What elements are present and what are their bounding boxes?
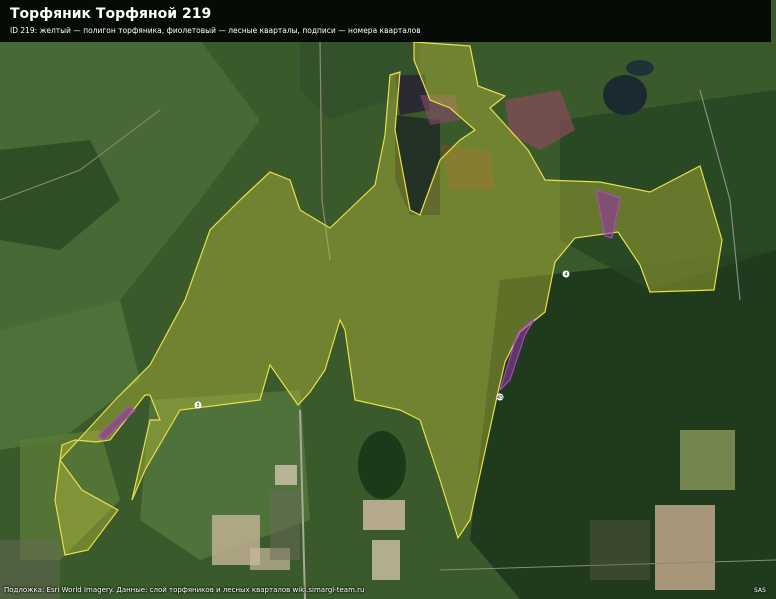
attribution-text: Подложка: Esri World Imagery. Данные: сл… — [4, 586, 365, 594]
map-legend-text: ID 219: желтый — полигон торфяника, фиол… — [10, 26, 421, 35]
map-header: Торфяник Торфяной 219 ID 219: желтый — п… — [0, 0, 771, 42]
svg-text:4: 4 — [564, 272, 567, 278]
corner-mark: SAS — [754, 587, 766, 594]
quarter-label: 45 — [496, 393, 504, 401]
map-view[interactable]: 4 3 45 Торфяник Торфяной 219 ID 219: жел… — [0, 0, 776, 599]
svg-text:45: 45 — [497, 395, 503, 401]
map-title: Торфяник Торфяной 219 — [10, 6, 212, 22]
satellite-basemap: 4 3 45 — [0, 0, 776, 599]
svg-text:3: 3 — [196, 403, 199, 409]
